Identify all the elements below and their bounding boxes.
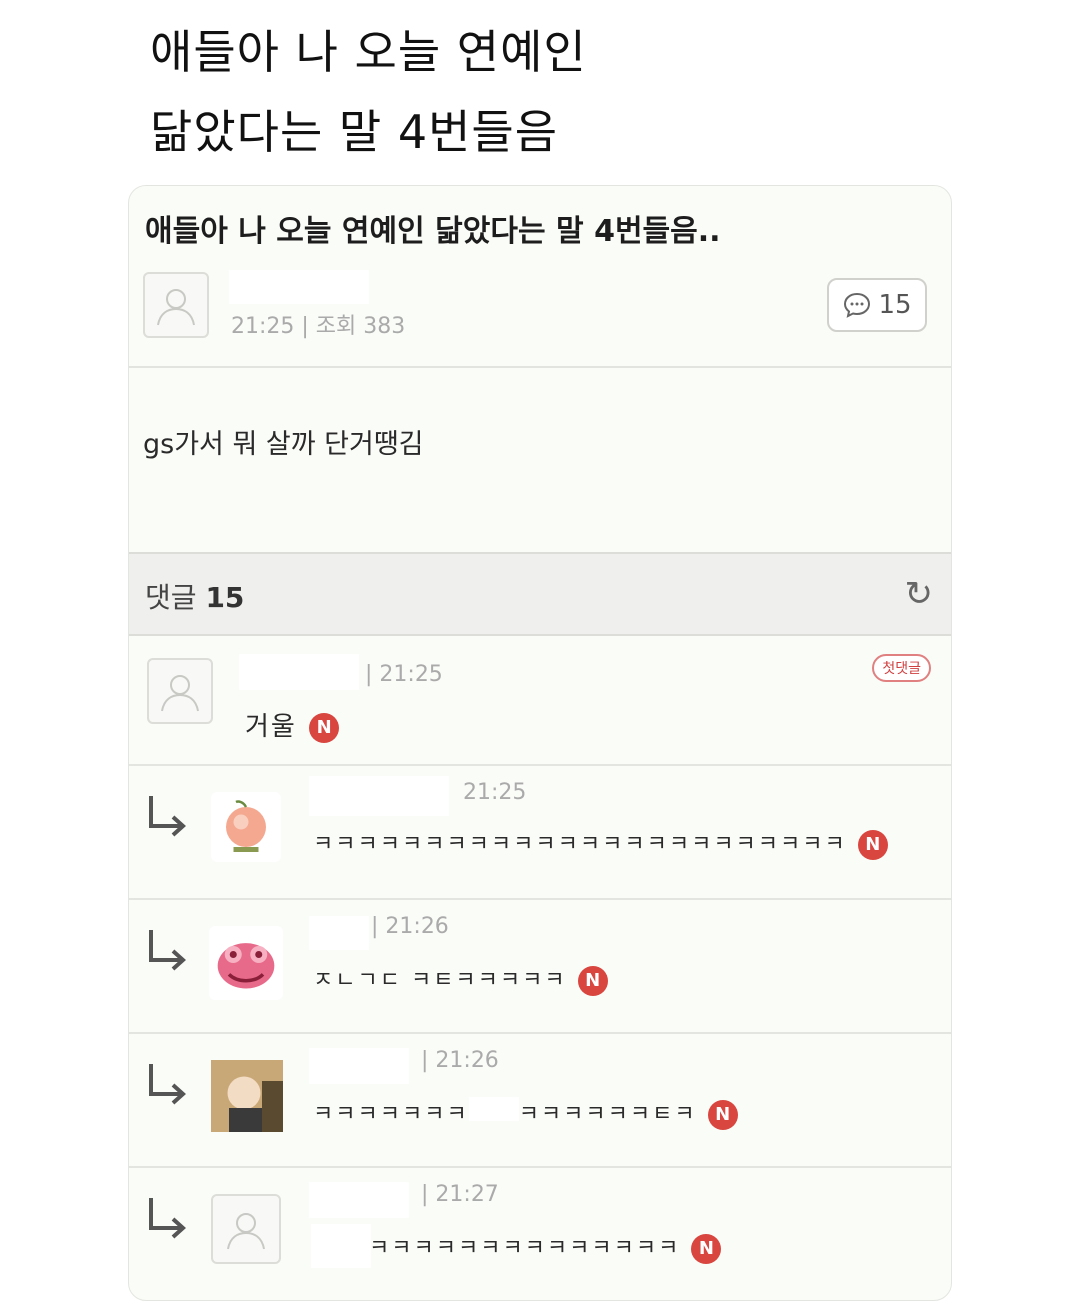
post-time-views: 21:25 | 조회 383 (231, 314, 406, 339)
comment-count-button[interactable]: 15 (827, 278, 927, 332)
reply-row: | 21:27 ㅋㅋㅋㅋㅋㅋㅋㅋㅋㅋㅋㅋㅋㅋ N (129, 1168, 951, 1300)
default-user-icon (161, 675, 199, 712)
post-body: gs가서 뭐 살까 단거땡김 (143, 429, 424, 460)
reply-arrow-icon (149, 1064, 186, 1105)
first-comment-badge: 첫댓글 (872, 654, 931, 682)
pink-frog-icon (217, 943, 275, 989)
commenter-name-redacted (309, 916, 369, 950)
reply-arrow-icon (149, 796, 186, 837)
reply-arrow-icon (149, 1198, 186, 1239)
commenter-name-redacted (309, 1048, 409, 1084)
commenter-avatar[interactable] (211, 1194, 281, 1264)
new-badge: N (857, 830, 888, 860)
baby-photo-icon (211, 1060, 283, 1132)
peach-icon (226, 800, 266, 852)
default-user-icon (227, 1213, 265, 1250)
comment-text: ㅈㄴㄱㄷ ㅋㅌㅋㅋㅋㅋㅋ N (313, 962, 608, 996)
refresh-icon[interactable]: ↻ (905, 574, 934, 614)
peach-avatar[interactable] (211, 792, 281, 862)
new-badge: N (691, 1234, 722, 1264)
comment-time: | 21:26 (421, 1048, 499, 1073)
comment-row: | 21:25 첫댓글 거울 N (129, 634, 951, 766)
comment-time: | 21:27 (421, 1182, 499, 1207)
comments-count: 15 (205, 581, 245, 614)
speech-bubble-icon (844, 292, 871, 318)
commenter-name-redacted (309, 1182, 409, 1218)
baby-photo-avatar[interactable] (211, 1060, 283, 1132)
reply-arrow-icon (149, 930, 186, 971)
comment-time: | 21:25 (365, 662, 443, 687)
post-title: 애들아 나 오늘 연예인 닮았다는 말 4번들음.. (145, 214, 721, 249)
comments-label: 댓글 15 (145, 581, 245, 614)
caption-line-2: 닮았다는 말 4번들음 (150, 105, 559, 159)
divider (129, 366, 951, 368)
author-avatar[interactable] (143, 272, 209, 338)
new-badge: N (309, 712, 340, 743)
comment-text: ㅋㅋㅋㅋㅋㅋㅋㅋㅋㅋㅋㅋㅋㅋㅋㅋㅋㅋㅋㅋㅋㅋㅋㅋ N (313, 826, 888, 860)
caption-line-1: 애들아 나 오늘 연예인 (150, 25, 587, 79)
comment-count-value: 15 (878, 290, 912, 320)
comments-header: 댓글 15 ↻ (129, 552, 951, 636)
comment-text: ㅋㅋㅋㅋㅋㅋㅋㅋㅋㅋㅋㅋㅋㅋ N (369, 1230, 722, 1264)
reply-row: 21:25 ㅋㅋㅋㅋㅋㅋㅋㅋㅋㅋㅋㅋㅋㅋㅋㅋㅋㅋㅋㅋㅋㅋㅋㅋ N (129, 766, 951, 900)
reply-row: | 21:26 ㅈㄴㄱㄷ ㅋㅌㅋㅋㅋㅋㅋ N (129, 900, 951, 1034)
commenter-name-redacted (309, 776, 449, 816)
author-name-redacted (229, 270, 369, 304)
post-screenshot-card: 애들아 나 오늘 연예인 닮았다는 말 4번들음.. 21:25 | 조회 38… (128, 185, 952, 1301)
comment-time: 21:25 (463, 780, 527, 805)
comment-time: | 21:26 (371, 914, 449, 939)
reply-row: | 21:26 ㅋㅋㅋㅋㅋㅋㅋ ㅋㅋㅋㅋㅋㅋㅌㅋ N (129, 1034, 951, 1168)
commenter-name-redacted (239, 654, 359, 690)
mention-redacted (311, 1224, 371, 1268)
comment-text: 거울 N (245, 706, 340, 743)
pink-frog-avatar[interactable] (209, 926, 283, 1000)
new-badge: N (707, 1100, 738, 1130)
comment-text: ㅋㅋㅋㅋㅋㅋㅋ ㅋㅋㅋㅋㅋㅋㅌㅋ N (313, 1096, 738, 1130)
new-badge: N (577, 966, 608, 996)
default-user-icon (157, 289, 195, 326)
commenter-avatar[interactable] (147, 658, 213, 724)
